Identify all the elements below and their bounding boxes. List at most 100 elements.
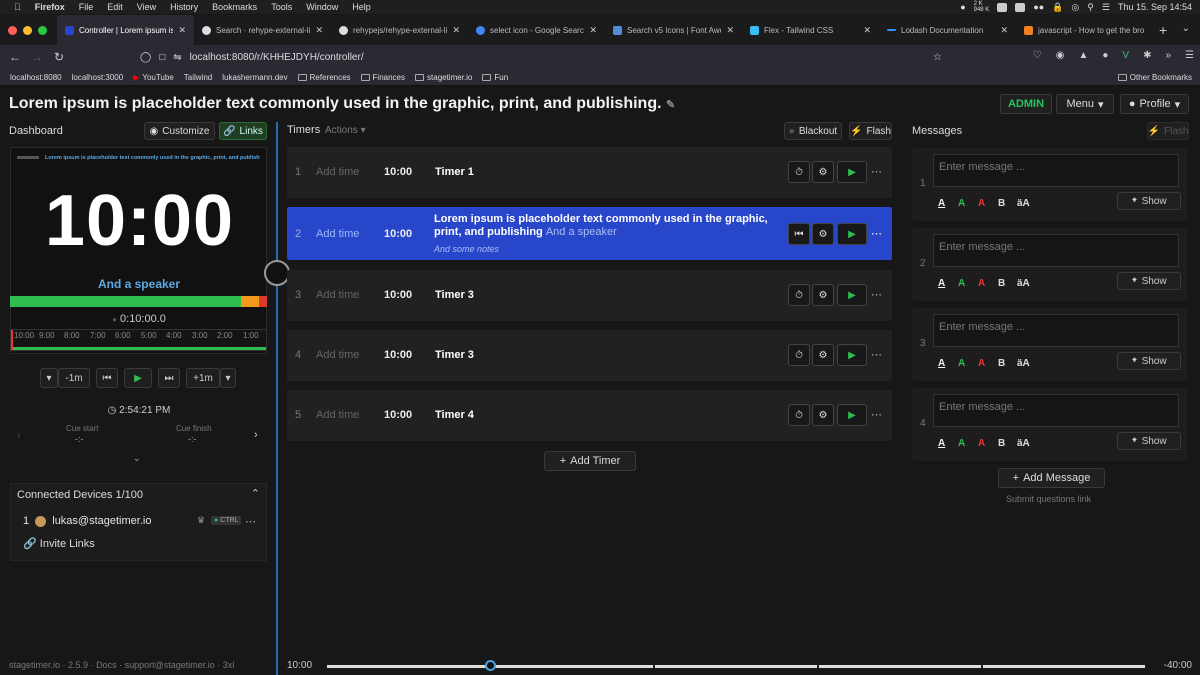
extension-icon[interactable]: ✱ bbox=[1143, 50, 1151, 61]
submit-questions-link[interactable]: Submit questions link bbox=[1006, 494, 1091, 504]
close-icon[interactable]: ✕ bbox=[589, 25, 597, 36]
zoom-window-button[interactable] bbox=[38, 25, 47, 35]
more-icon[interactable]: ⋯ bbox=[871, 408, 882, 421]
overflow-icon[interactable]: » bbox=[1165, 50, 1171, 61]
footer-brand-link[interactable]: stagetimer.io bbox=[9, 660, 60, 670]
menu-button[interactable]: Menu ▾ bbox=[1056, 94, 1114, 114]
browser-tab[interactable]: Controller | Lorem ipsum is ✕ bbox=[57, 15, 194, 45]
more-icon[interactable]: ⋯ bbox=[871, 348, 882, 361]
pocket-icon[interactable]: ♡ bbox=[1033, 50, 1042, 61]
add-time-field[interactable]: Add time bbox=[316, 409, 359, 421]
text-color-white-button[interactable]: A bbox=[938, 198, 945, 209]
text-color-red-button[interactable]: A bbox=[978, 278, 985, 289]
timeline-knob[interactable] bbox=[485, 660, 496, 671]
show-message-button[interactable]: 🠹 Show bbox=[1117, 192, 1181, 210]
bookmark-folder[interactable]: References bbox=[297, 73, 351, 82]
add-time-field[interactable]: Add time bbox=[316, 166, 359, 178]
play-button[interactable]: ▶ bbox=[124, 368, 152, 388]
message-input[interactable]: Enter message ... bbox=[933, 154, 1179, 187]
add-time-field[interactable]: Add time bbox=[316, 289, 359, 301]
timer-play-button[interactable]: ▶ bbox=[837, 223, 867, 245]
bookmark-folder[interactable]: stagetimer.io bbox=[415, 73, 472, 82]
timeline-ruler[interactable]: 10:00 9:00 8:00 7:00 6:00 5:00 4:00 3:00… bbox=[10, 329, 267, 351]
status-icon[interactable] bbox=[1015, 2, 1026, 12]
browser-tab[interactable]: Search v5 Icons | Font Aweso ✕ bbox=[605, 15, 742, 45]
timer-settings-button[interactable]: ⚙ bbox=[812, 284, 834, 306]
message-input[interactable]: Enter message ... bbox=[933, 394, 1179, 427]
bookmark-star-icon[interactable]: ☆ bbox=[933, 52, 942, 63]
shield-icon[interactable]: ◯ bbox=[140, 52, 151, 63]
close-icon[interactable]: ✕ bbox=[315, 25, 323, 36]
other-bookmarks-folder[interactable]: Other Bookmarks bbox=[1117, 73, 1192, 82]
page-icon[interactable]: □ bbox=[159, 52, 165, 63]
more-icon[interactable]: ⋯ bbox=[871, 288, 882, 301]
close-icon[interactable]: ✕ bbox=[178, 25, 186, 36]
menu-file[interactable]: File bbox=[79, 2, 94, 12]
bookmark-folder[interactable]: Fun bbox=[482, 73, 508, 82]
status-icon[interactable] bbox=[997, 2, 1008, 12]
timer-alarm-button[interactable]: ⏱ bbox=[788, 404, 810, 426]
bookmark-item[interactable]: ▶ YouTube bbox=[133, 73, 174, 82]
show-message-button[interactable]: 🠹 Show bbox=[1117, 272, 1181, 290]
text-color-green-button[interactable]: A bbox=[958, 358, 965, 369]
message-flash-button[interactable]: ⚡ Flash bbox=[1147, 122, 1189, 140]
text-color-white-button[interactable]: A bbox=[938, 438, 945, 449]
uppercase-button[interactable]: äA bbox=[1017, 438, 1030, 449]
apple-icon[interactable]:  bbox=[14, 2, 21, 12]
menu-bookmarks[interactable]: Bookmarks bbox=[212, 2, 257, 12]
reload-icon[interactable]: ↻ bbox=[48, 50, 70, 64]
timer-row[interactable]: 4 Add time 10:00 Timer 3 ⏱ ⚙ ▶ ⋯ bbox=[287, 330, 892, 381]
close-icon[interactable]: ✕ bbox=[452, 25, 460, 36]
close-icon[interactable]: ✕ bbox=[726, 25, 734, 36]
add-timer-button[interactable]: + Add Timer bbox=[544, 451, 636, 471]
menubar-clock[interactable]: Thu 15. Sep 14:54 bbox=[1118, 2, 1192, 12]
bookmark-folder[interactable]: Finances bbox=[360, 73, 405, 82]
vue-devtools-icon[interactable]: V bbox=[1122, 50, 1129, 61]
menubar-app-name[interactable]: Firefox bbox=[35, 2, 65, 12]
text-color-red-button[interactable]: A bbox=[978, 198, 985, 209]
timer-title[interactable]: Timer 4 bbox=[435, 409, 474, 421]
text-color-green-button[interactable]: A bbox=[958, 278, 965, 289]
footer-docs-link[interactable]: Docs bbox=[96, 660, 117, 670]
chevron-left-icon[interactable]: ‹ bbox=[17, 430, 20, 441]
extension-icon[interactable]: ● bbox=[1102, 50, 1108, 61]
browser-tab[interactable]: javascript - How to get the bro bbox=[1016, 15, 1153, 45]
text-color-green-button[interactable]: A bbox=[958, 438, 965, 449]
uppercase-button[interactable]: äA bbox=[1017, 198, 1030, 209]
add-message-button[interactable]: + Add Message bbox=[998, 468, 1105, 488]
timer-row[interactable]: 1 Add time 10:00 Timer 1 ⏱ ⚙ ▶ ⋯ bbox=[287, 147, 892, 198]
add-time-field[interactable]: Add time bbox=[316, 228, 359, 240]
timer-alarm-button[interactable]: ⏱ bbox=[788, 284, 810, 306]
timer-row[interactable]: 5 Add time 10:00 Timer 4 ⏱ ⚙ ▶ ⋯ bbox=[287, 390, 892, 441]
search-icon[interactable]: ⚲ bbox=[1087, 2, 1094, 13]
profile-button[interactable]: ● Profile ▾ bbox=[1120, 94, 1189, 114]
browser-tab[interactable]: Search · rehype-external-links ✕ bbox=[194, 15, 331, 45]
bookmark-item[interactable]: localhost:3000 bbox=[72, 73, 124, 82]
browser-tab[interactable]: Lodash Documentation ✕ bbox=[879, 15, 1016, 45]
close-icon[interactable]: ✕ bbox=[1000, 25, 1008, 36]
browser-tab[interactable]: select icon - Google Search ✕ bbox=[468, 15, 605, 45]
timer-settings-button[interactable]: ⚙ bbox=[812, 344, 834, 366]
timer-title-block[interactable]: Lorem ipsum is placeholder text commonly… bbox=[434, 213, 774, 239]
bold-button[interactable]: B bbox=[998, 278, 1005, 289]
back-icon[interactable]: ← bbox=[4, 50, 26, 64]
bold-button[interactable]: B bbox=[998, 198, 1005, 209]
text-color-red-button[interactable]: A bbox=[978, 358, 985, 369]
timer-play-button[interactable]: ▶ bbox=[837, 161, 867, 183]
links-button[interactable]: 🔗 Links bbox=[219, 122, 267, 140]
control-center-icon[interactable]: ☰ bbox=[1102, 2, 1110, 13]
timeline-track[interactable] bbox=[327, 664, 1145, 669]
menu-history[interactable]: History bbox=[170, 2, 198, 12]
uppercase-button[interactable]: äA bbox=[1017, 278, 1030, 289]
extension-icon[interactable]: ▲ bbox=[1078, 50, 1088, 61]
timer-duration[interactable]: 10:00 bbox=[384, 166, 412, 178]
show-message-button[interactable]: 🠹 Show bbox=[1117, 432, 1181, 450]
permissions-icon[interactable]: ⇋ bbox=[173, 52, 181, 63]
message-input[interactable]: Enter message ... bbox=[933, 234, 1179, 267]
status-icon[interactable]: ●● bbox=[1033, 2, 1044, 12]
actions-dropdown[interactable]: Actions ▾ bbox=[325, 125, 366, 136]
admin-badge[interactable]: ADMIN bbox=[1000, 94, 1052, 114]
new-tab-icon[interactable]: + bbox=[1159, 22, 1167, 38]
minimize-window-button[interactable] bbox=[23, 25, 32, 35]
menu-window[interactable]: Window bbox=[306, 2, 338, 12]
